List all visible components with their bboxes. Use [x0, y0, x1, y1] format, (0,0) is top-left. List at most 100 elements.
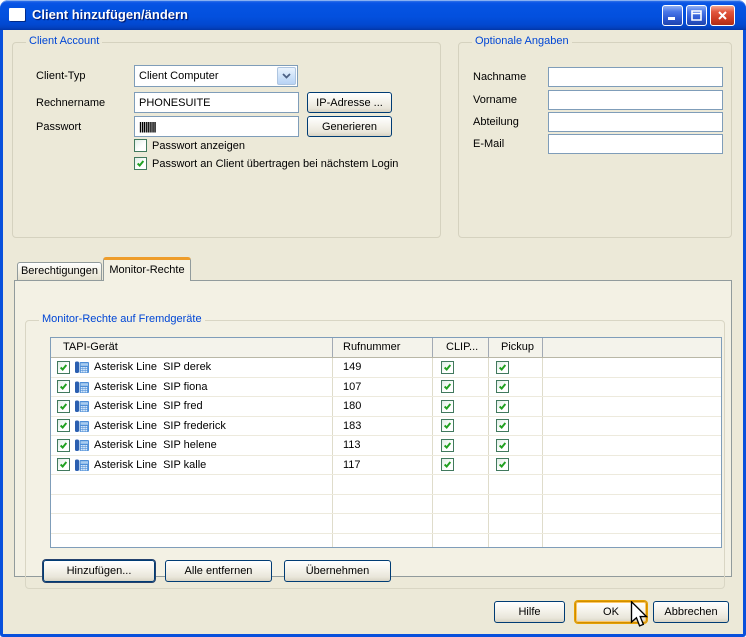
row-monitor-checkbox[interactable] [57, 361, 70, 374]
hinzufuegen-button[interactable]: Hinzufügen... [43, 560, 155, 582]
phone-device-icon [74, 398, 90, 414]
tab-berechtigungen[interactable]: Berechtigungen [17, 262, 102, 280]
client-typ-label: Client-Typ [36, 70, 86, 82]
phone-device-icon [74, 457, 90, 473]
generieren-button[interactable]: Generieren [307, 116, 392, 137]
table-body: Asterisk Line SIP derek 149 [51, 358, 721, 548]
tab-monitor-rechte[interactable]: Monitor-Rechte [103, 257, 191, 281]
pickup-checkbox[interactable] [496, 458, 509, 471]
dialog-window: Client hinzufügen/ändern Client Account … [0, 0, 746, 637]
pickup-checkbox[interactable] [496, 439, 509, 452]
ok-button-label: OK [603, 606, 619, 618]
device-name: Asterisk Line SIP helene [94, 439, 217, 451]
rechnername-input[interactable] [134, 92, 299, 113]
table-row[interactable]: Asterisk Line SIP derek 149 [51, 358, 721, 378]
optionale-angaben-legend: Optionale Angaben [472, 35, 572, 47]
phone-device-icon [74, 437, 90, 453]
email-input[interactable] [548, 134, 723, 154]
maximize-button[interactable] [686, 5, 707, 26]
alle-entfernen-button-label: Alle entfernen [185, 565, 253, 577]
tab-berechtigungen-label: Berechtigungen [21, 265, 98, 277]
passwort-input[interactable] [134, 116, 299, 137]
table-row[interactable]: Asterisk Line SIP frederick 183 [51, 417, 721, 437]
passwort-label: Passwort [36, 121, 81, 133]
table-empty-row [51, 514, 721, 534]
monitor-table[interactable]: TAPI-Gerät Rufnummer CLIP... Pickup [50, 337, 722, 548]
hilfe-button[interactable]: Hilfe [494, 601, 565, 623]
monitor-rechte-group: Monitor-Rechte auf Fremdgeräte TAPI-Gerä… [25, 320, 725, 589]
client-typ-select[interactable]: Client Computer [134, 65, 298, 87]
column-header-clip[interactable]: CLIP... [433, 338, 489, 357]
clip-checkbox[interactable] [441, 419, 454, 432]
ip-adresse-button[interactable]: IP-Adresse ... [307, 92, 392, 113]
row-monitor-checkbox[interactable] [57, 400, 70, 413]
ok-button[interactable]: OK [575, 601, 647, 623]
column-header-tapi-geraet[interactable]: TAPI-Gerät [51, 338, 333, 357]
passwort-anzeigen-label: Passwort anzeigen [152, 140, 245, 152]
window-title: Client hinzufügen/ändern [32, 0, 188, 29]
table-row[interactable]: Asterisk Line SIP fred 180 [51, 397, 721, 417]
rechnername-label: Rechnername [36, 97, 105, 109]
pickup-checkbox[interactable] [496, 400, 509, 413]
table-row[interactable]: Asterisk Line SIP kalle 117 [51, 456, 721, 476]
table-header: TAPI-Gerät Rufnummer CLIP... Pickup [51, 338, 721, 358]
monitor-rechte-tab-panel: Monitor-Rechte auf Fremdgeräte TAPI-Gerä… [14, 280, 732, 577]
clip-checkbox[interactable] [441, 380, 454, 393]
rufnummer-cell: 180 [333, 397, 433, 416]
generieren-button-label: Generieren [322, 121, 377, 133]
column-header-rufnummer[interactable]: Rufnummer [333, 338, 433, 357]
abbrechen-button[interactable]: Abbrechen [653, 601, 729, 623]
email-label: E-Mail [473, 138, 504, 150]
clip-checkbox[interactable] [441, 400, 454, 413]
alle-entfernen-button[interactable]: Alle entfernen [165, 560, 272, 582]
clip-checkbox[interactable] [441, 458, 454, 471]
monitor-rechte-legend: Monitor-Rechte auf Fremdgeräte [39, 313, 205, 325]
client-typ-selected-value: Client Computer [135, 70, 276, 82]
table-empty-row [51, 534, 721, 549]
device-name: Asterisk Line SIP derek [94, 361, 211, 373]
device-name: Asterisk Line SIP fred [94, 400, 203, 412]
row-monitor-checkbox[interactable] [57, 458, 70, 471]
pickup-checkbox[interactable] [496, 361, 509, 374]
nachname-input[interactable] [548, 67, 723, 87]
passwort-uebertragen-checkbox[interactable] [134, 157, 147, 170]
abteilung-input[interactable] [548, 112, 723, 132]
row-monitor-checkbox[interactable] [57, 439, 70, 452]
phone-device-icon [74, 359, 90, 375]
pickup-checkbox[interactable] [496, 380, 509, 393]
table-empty-row [51, 495, 721, 515]
rufnummer-cell: 107 [333, 378, 433, 397]
row-monitor-checkbox[interactable] [57, 380, 70, 393]
device-name: Asterisk Line SIP kalle [94, 459, 206, 471]
rufnummer-cell: 113 [333, 436, 433, 455]
pickup-checkbox[interactable] [496, 419, 509, 432]
optionale-angaben-group: Optionale Angaben Nachname Vorname Abtei… [458, 42, 732, 238]
passwort-uebertragen-row: Passwort an Client übertragen bei nächst… [134, 157, 398, 170]
abbrechen-button-label: Abbrechen [664, 606, 717, 618]
table-empty-row [51, 475, 721, 495]
rufnummer-cell: 149 [333, 358, 433, 377]
clip-checkbox[interactable] [441, 439, 454, 452]
row-monitor-checkbox[interactable] [57, 419, 70, 432]
rufnummer-cell: 117 [333, 456, 433, 475]
minimize-button[interactable] [662, 5, 683, 26]
column-header-filler [543, 338, 721, 357]
uebernehmen-button[interactable]: Übernehmen [284, 560, 391, 582]
titlebar[interactable]: Client hinzufügen/ändern [0, 0, 746, 30]
dropdown-button[interactable] [277, 67, 296, 85]
vorname-label: Vorname [473, 94, 517, 106]
device-name: Asterisk Line SIP frederick [94, 420, 226, 432]
passwort-anzeigen-row: Passwort anzeigen [134, 139, 245, 152]
column-header-pickup[interactable]: Pickup [489, 338, 543, 357]
close-icon [717, 10, 728, 21]
tab-control: Berechtigungen Monitor-Rechte Monitor-Re… [14, 257, 732, 577]
vorname-input[interactable] [548, 90, 723, 110]
close-button[interactable] [710, 5, 735, 26]
phone-device-icon [74, 379, 90, 395]
passwort-anzeigen-checkbox[interactable] [134, 139, 147, 152]
client-account-group: Client Account Client-Typ Client Compute… [12, 42, 441, 238]
table-row[interactable]: Asterisk Line SIP helene 113 [51, 436, 721, 456]
table-row[interactable]: Asterisk Line SIP fiona 107 [51, 378, 721, 398]
rufnummer-cell: 183 [333, 417, 433, 436]
clip-checkbox[interactable] [441, 361, 454, 374]
